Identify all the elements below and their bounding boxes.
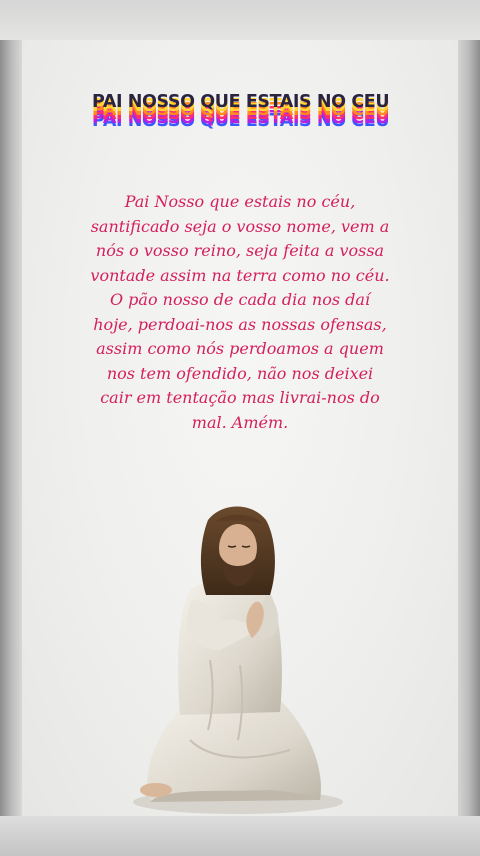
prayer-line: vontade assim na terra como no céu.: [90, 265, 390, 285]
prayer-line: O pão nosso de cada dia nos daí: [109, 290, 371, 309]
prayer-line: cair em tentação mas livrai-nos do: [100, 388, 380, 407]
page-title: PAI NOSSO QUE ESTAIS NO CEU: [92, 92, 390, 112]
prayer-line: Pai Nosso que estais no céu,: [124, 192, 356, 211]
praying-figure-illustration: [133, 506, 343, 814]
prayer-line: hoje, perdoai-nos as nossas ofensas,: [93, 314, 387, 334]
prayer-line: santificado seja o vosso nome, vem a: [90, 216, 390, 236]
title-graphic: PAI NOSSO QUE ESTAIS NO CEU PAI NOSSO QU…: [92, 92, 412, 136]
bottom-letterbox: [0, 816, 480, 856]
prayer-text: Pai Nosso que estais no céu, santificado…: [62, 190, 418, 435]
prayer-line: nós o vosso reino, seja feita a vossa: [95, 241, 385, 260]
prayer-line: mal. Amém.: [191, 412, 289, 432]
prayer-line: nos tem ofendido, não nos deixei: [106, 363, 374, 383]
praying-figure-image: [120, 500, 350, 820]
prayer-line: assim como nós perdoamos a quem: [96, 339, 384, 358]
top-letterbox: [0, 0, 480, 40]
